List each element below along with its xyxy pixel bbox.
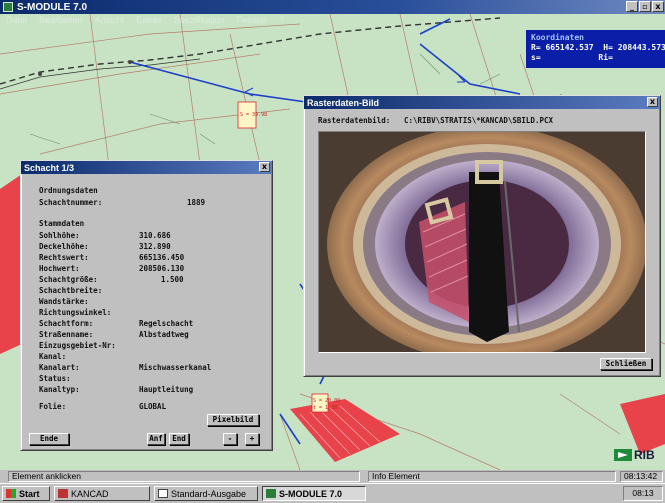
desktop: S = 39.98 S = 20.00 t = 1.38 S-MODULE 7.…	[0, 0, 665, 503]
schacht-dialog: Schacht 1/3 x Ordnungsdaten Schachtnumme…	[20, 160, 273, 451]
field-value: 312.890	[139, 242, 171, 251]
start-button[interactable]: Start	[2, 486, 50, 501]
taskbar-item-label: KANCAD	[71, 488, 109, 499]
rasterdaten-dialog-titlebar[interactable]: Rasterdaten-Bild x	[304, 96, 660, 109]
rasterdaten-dialog-title: Rasterdaten-Bild	[307, 97, 380, 108]
field-label: Rechtswert:	[39, 253, 89, 262]
close-button[interactable]: x	[652, 1, 664, 12]
field-label: Richtungswinkel:	[39, 308, 112, 317]
section-heading: Stammdaten	[39, 219, 85, 228]
field-label: Kanal:	[39, 352, 67, 361]
next-button[interactable]: +	[245, 433, 259, 445]
schacht-dialog-titlebar[interactable]: Schacht 1/3 x	[21, 161, 272, 174]
app-titlebar[interactable]: S-MODULE 7.0 _ ▫ x	[0, 0, 665, 14]
schachtnummer-value: 1889	[187, 198, 206, 207]
menu-bar: Datei Bearbeiten Ansicht Extras Spezifik…	[0, 15, 665, 27]
menu-item-datei[interactable]: Datei	[6, 15, 27, 27]
folie-value: GLOBAL	[139, 402, 167, 411]
anf-button[interactable]: Anf	[147, 433, 165, 445]
coordinates-title: Koordinaten	[531, 33, 584, 42]
menu-item-spezifikation[interactable]: Spezifikation	[174, 15, 225, 27]
field-label: Hochwert:	[39, 264, 80, 273]
manhole-photo-drawing	[319, 132, 645, 352]
windows-logo-icon	[6, 489, 16, 498]
rib-logo: RIB	[614, 448, 655, 462]
rib-flag-icon	[614, 449, 632, 461]
taskbar-item-label: S-MODULE 7.0	[279, 488, 343, 499]
app-title: S-MODULE 7.0	[17, 1, 88, 13]
schacht-details: Ordnungsdaten Schachtnummer: 1889 Stammd…	[21, 174, 272, 450]
coordinates-line2: s= Ri=	[531, 53, 613, 62]
field-label: Schachtgröße:	[39, 275, 98, 284]
status-message: Element anklicken	[8, 471, 360, 482]
field-label: Deckelhöhe:	[39, 242, 89, 251]
previous-button[interactable]: -	[223, 433, 237, 445]
rasterdaten-dialog: Rasterdaten-Bild x Rasterdatenbild: C:\R…	[303, 95, 661, 377]
menu-item-ansicht[interactable]: Ansicht	[95, 15, 125, 27]
status-bar: Element anklicken Info Element 08:13:42	[0, 470, 665, 483]
field-value: 310.686	[139, 231, 171, 240]
section-heading: Ordnungsdaten	[39, 186, 98, 195]
field-label: Status:	[39, 374, 71, 383]
menu-item-extras[interactable]: Extras	[136, 15, 162, 27]
field-label: Wandstärke:	[39, 297, 89, 306]
coordinates-panel: Koordinaten R= 665142.537 H= 208443.573 …	[526, 30, 665, 68]
taskbar-item-standard-ausgabe[interactable]: Standard-Ausgabe	[154, 486, 258, 501]
taskbar: Start KANCAD Standard-Ausgabe S-MODULE 7…	[0, 483, 665, 503]
manhole-photo	[318, 131, 646, 353]
close-button[interactable]: x	[647, 97, 658, 107]
field-value: 1.500	[161, 275, 184, 284]
coordinates-line1: R= 665142.537 H= 208443.573	[531, 43, 665, 52]
rasterdatenbild-label: Rasterdatenbild:	[318, 116, 391, 125]
field-label: Kanalart:	[39, 363, 80, 372]
field-value: 665136.450	[139, 253, 185, 262]
minimize-button[interactable]: _	[626, 1, 638, 12]
field-value: Regelschacht	[139, 319, 194, 328]
folie-label: Folie:	[39, 402, 67, 411]
taskbar-item-s-module[interactable]: S-MODULE 7.0	[262, 486, 366, 501]
field-label: Sohlhöhe:	[39, 231, 80, 240]
field-label: Kanaltyp:	[39, 385, 80, 394]
menu-item-help[interactable]: ?	[279, 15, 284, 27]
ende-button[interactable]: Ende	[29, 433, 69, 445]
window-controls: _ ▫ x	[626, 1, 664, 12]
menu-item-fenster[interactable]: Fenster	[237, 15, 268, 27]
start-label: Start	[19, 488, 40, 499]
kancad-icon	[58, 489, 68, 498]
field-value: 208506.130	[139, 264, 185, 273]
taskbar-item-label: Standard-Ausgabe	[171, 488, 247, 499]
field-value: Albstadtweg	[139, 330, 189, 339]
schachtnummer-label: Schachtnummer:	[39, 198, 103, 207]
field-label: Straßenname:	[39, 330, 94, 339]
map-label: S = 39.98	[240, 112, 268, 118]
schliessen-button[interactable]: Schließen	[600, 358, 652, 370]
maximize-button[interactable]: ▫	[639, 1, 651, 12]
window-icon	[158, 489, 168, 498]
app-icon	[3, 2, 13, 12]
s-module-icon	[266, 489, 276, 498]
taskbar-item-kancad[interactable]: KANCAD	[54, 486, 150, 501]
menu-item-bearbeiten[interactable]: Bearbeiten	[39, 15, 83, 27]
field-label: Schachtform:	[39, 319, 94, 328]
end-button[interactable]: End	[169, 433, 189, 445]
field-value: Mischwasserkanal	[139, 363, 212, 372]
map-label: t = 1.38	[313, 405, 338, 411]
status-time: 08:13:42	[620, 471, 663, 482]
map-label: S = 20.00	[313, 398, 341, 404]
pixelbild-button[interactable]: Pixelbild	[207, 414, 259, 426]
field-label: Schachtbreite:	[39, 286, 103, 295]
status-info: Info Element	[368, 471, 616, 482]
close-button[interactable]: x	[259, 162, 270, 172]
rib-logo-text: RIB	[634, 448, 655, 462]
field-label: Einzugsgebiet-Nr:	[39, 341, 116, 350]
field-value: Hauptleitung	[139, 385, 194, 394]
taskbar-clock: 08:13	[623, 486, 663, 501]
rasterdatenbild-path: C:\RIBV\STRATIS\*KANCAD\SBILD.PCX	[404, 116, 554, 125]
schacht-dialog-title: Schacht 1/3	[24, 162, 75, 173]
